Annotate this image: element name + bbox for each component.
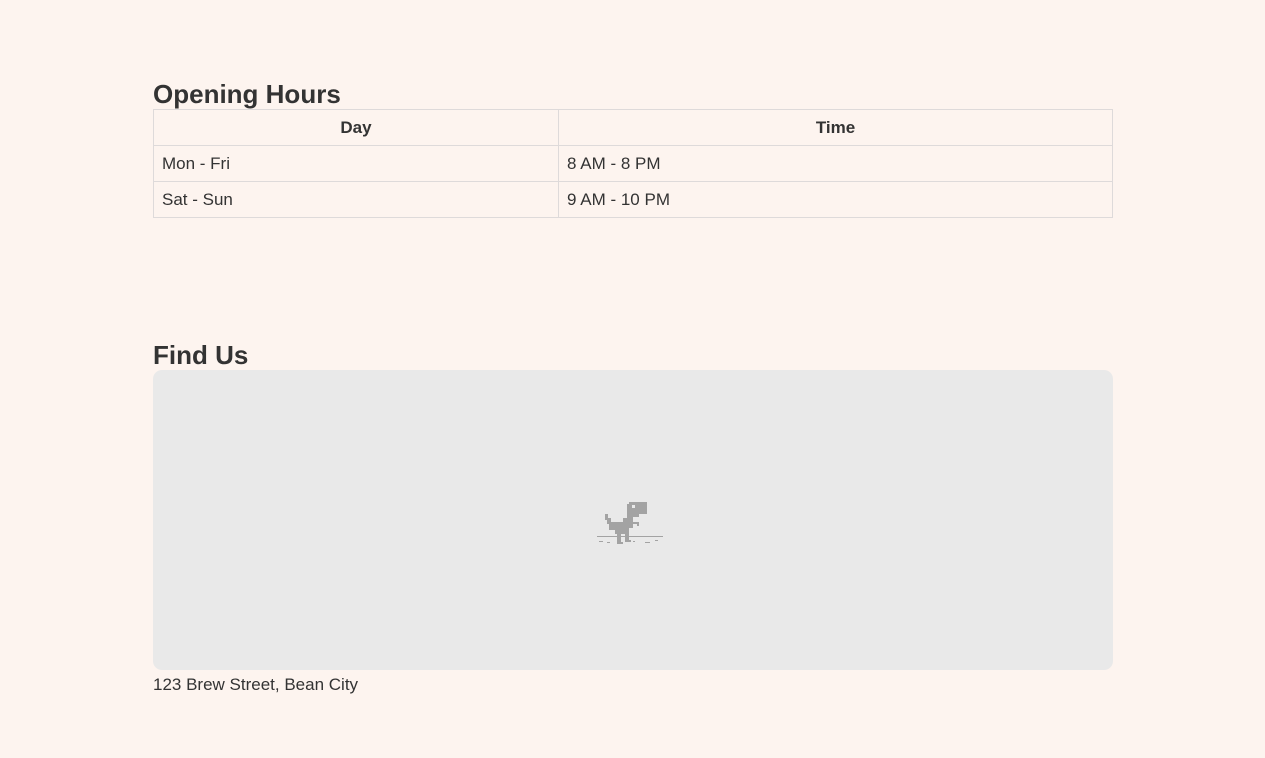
table-row: Mon - Fri 8 AM - 8 PM — [153, 145, 1113, 182]
opening-hours-section: Opening Hours Day Time Mon - Fri 8 AM - … — [153, 79, 1113, 218]
opening-hours-heading: Opening Hours — [153, 79, 341, 109]
find-us-section: Find Us 123 Brew Street, Bean City — [153, 340, 1113, 695]
opening-hours-table: Day Time Mon - Fri 8 AM - 8 PM Sat - Sun… — [153, 109, 1113, 218]
table-row: Sat - Sun 9 AM - 10 PM — [153, 181, 1113, 218]
row-day-cell: Sat - Sun — [153, 181, 559, 218]
offline-dino-icon — [597, 502, 663, 544]
row-time-cell: 9 AM - 10 PM — [558, 181, 1113, 218]
row-day-cell: Mon - Fri — [153, 145, 559, 182]
map-embed[interactable] — [153, 370, 1113, 670]
column-header-day: Day — [153, 109, 559, 146]
address-text: 123 Brew Street, Bean City — [153, 675, 359, 694]
table-header-row: Day Time — [153, 109, 1113, 146]
find-us-heading: Find Us — [153, 340, 249, 370]
column-header-time: Time — [558, 109, 1113, 146]
row-time-cell: 8 AM - 8 PM — [558, 145, 1113, 182]
